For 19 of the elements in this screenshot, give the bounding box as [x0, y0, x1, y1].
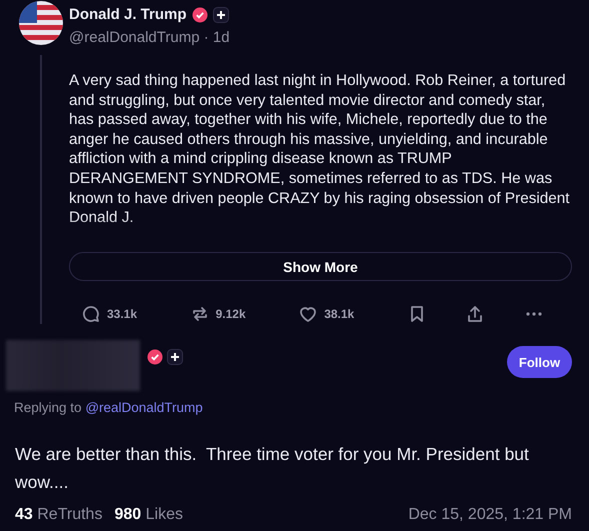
mention-link[interactable]: @realDonaldTrump — [85, 400, 203, 415]
action-count: 33.1k — [107, 307, 138, 321]
replying-to-text: Replying to @realDonaldTrump — [13, 399, 204, 415]
stat-text[interactable]: 980 Likes — [114, 506, 183, 524]
show-more-button[interactable]: Show More — [69, 252, 572, 281]
author-handle: @realDonaldTrump · 1d — [69, 29, 231, 46]
stat-text[interactable]: 43 ReTruths — [15, 506, 102, 524]
speech-bubble-icon[interactable] — [81, 304, 101, 324]
heart-icon[interactable] — [298, 304, 318, 324]
author-name[interactable]: Donald J. Trump — [69, 6, 187, 23]
timestamp: Dec 15, 2025, 1:21 PM — [408, 506, 572, 524]
action-count: 38.1k — [324, 307, 354, 321]
follow-button[interactable]: Follow — [507, 346, 572, 378]
plus-badge-icon — [167, 348, 183, 364]
plus-badge-icon — [212, 6, 229, 22]
reply-text: We are better than this. Three time voter for you Mr. President but wow.... — [15, 443, 530, 494]
avatar[interactable] — [18, 1, 62, 45]
post-text: A very sad thing happened last night in Hollywood. Rob Reiner, a tortured and struggling, but once very talented movie director and comedy star, has passed away, together with his wife, Michele, reportedly due to the anger he caused others through his massive, unyielding, and incurable affliction with a mind crippling disease known as TRUMP DERANGEMENT SYNDROME, sometimes referred to as TDS. He was known to have driven people CRAZY by his raging obsession of President Donald J. — [69, 71, 571, 228]
action-count: 9.12k — [216, 307, 246, 321]
